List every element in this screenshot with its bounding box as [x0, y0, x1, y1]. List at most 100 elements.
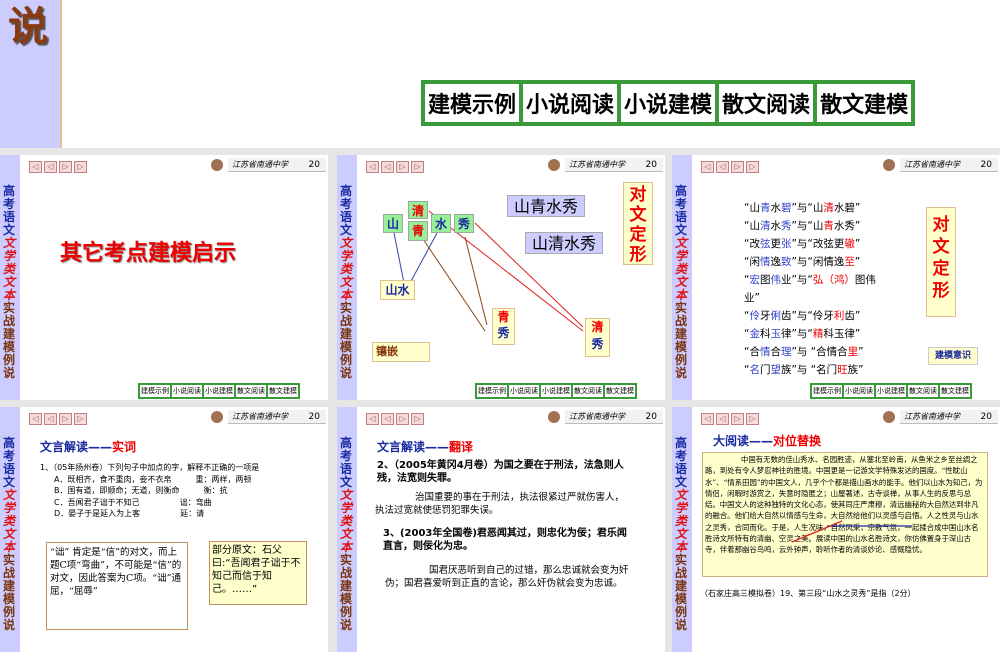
- nav-button-散文建模[interactable]: 散文建模: [939, 384, 971, 398]
- last-arrow-icon[interactable]: ▷: [746, 413, 759, 425]
- slide-thumbnail-4[interactable]: 高考语文文学类文本实战建模例说 文言解读——实词 1、（05年扬州卷）下列句子中…: [0, 407, 328, 652]
- last-arrow-icon[interactable]: ▷: [74, 413, 87, 425]
- slide-title: 其它考点建模启示: [60, 240, 237, 266]
- pair-segment: 伶: [749, 310, 760, 322]
- char-box-shui: 水: [431, 214, 451, 233]
- prev-arrow-icon[interactable]: ◁: [716, 161, 729, 173]
- slide-number: 20: [645, 412, 657, 422]
- school-banner: 江苏省南通中学 20: [900, 410, 998, 424]
- nav-button-散文阅读[interactable]: 散文阅读: [717, 82, 816, 124]
- first-arrow-icon[interactable]: ◁: [366, 413, 379, 425]
- pair-segment: “合: [744, 346, 760, 358]
- nav-button-小说阅读[interactable]: 小说阅读: [508, 384, 540, 398]
- slide-thumbnail-2[interactable]: 高考语文文学类文本实战建模例说 清 山 青 水 秀 山青水秀 山清水秀 对文定形…: [337, 155, 665, 400]
- school-name: 江苏省南通中学: [232, 412, 288, 421]
- pair-segment: ”与 “合情合: [791, 346, 848, 358]
- last-arrow-icon[interactable]: ▷: [74, 161, 87, 173]
- nav-button-散文建模[interactable]: 散文建模: [267, 384, 299, 398]
- pair-segment: 里: [847, 346, 859, 358]
- nav-button-小说建模[interactable]: 小说建模: [203, 384, 235, 398]
- pair-segment: 合: [770, 346, 781, 358]
- slide-number: 20: [980, 160, 992, 170]
- last-arrow-icon[interactable]: ▷: [411, 413, 424, 425]
- prev-arrow-icon[interactable]: ◁: [381, 161, 394, 173]
- nav-button-建模示例[interactable]: 建模示例: [476, 384, 508, 398]
- first-arrow-icon[interactable]: ◁: [701, 161, 714, 173]
- slide-nav-arrows: ◁ ◁ ▷ ▷: [701, 161, 759, 173]
- slide-thumbnail-5[interactable]: 高考语文文学类文本实战建模例说 文言解读——翻译 2、（2005年黄冈4月卷）为…: [337, 407, 665, 652]
- school-banner: 江苏省南通中学 20: [900, 158, 998, 172]
- prev-arrow-icon[interactable]: ◁: [716, 413, 729, 425]
- sidebar-title-part: 高考语文: [3, 436, 16, 489]
- next-arrow-icon[interactable]: ▷: [59, 161, 72, 173]
- last-arrow-icon[interactable]: ▷: [746, 161, 759, 173]
- qingxiu-box-2: 清秀: [585, 318, 610, 357]
- pair-segment: 理: [780, 346, 792, 358]
- slide-nav-bar: 建模示例 小说阅读 小说建模 散文阅读 散文建模: [810, 383, 972, 399]
- answer-3: 国君厌恶听到自己的过错，那么忠诚就会变为奸伪；国君喜爱听到正直的言论，那么奸伪就…: [385, 565, 629, 589]
- nav-button-建模示例[interactable]: 建模示例: [811, 384, 843, 398]
- next-arrow-icon[interactable]: ▷: [59, 413, 72, 425]
- nav-button-小说建模[interactable]: 小说建模: [619, 82, 718, 124]
- slide-nav-bar: 建模示例 小说阅读 小说建模 散文阅读 散文建模: [421, 80, 916, 126]
- prev-arrow-icon[interactable]: ◁: [44, 161, 57, 173]
- sidebar-title-part: 文学类文本: [675, 236, 688, 302]
- next-arrow-icon[interactable]: ▷: [396, 161, 409, 173]
- slide-sidebar: 高考语文文学类文本实战建模例说: [672, 155, 692, 400]
- pair-segment: “山: [744, 202, 760, 214]
- nav-button-小说阅读[interactable]: 小说阅读: [521, 82, 620, 124]
- pair-segment: 利: [833, 310, 845, 322]
- slide-number: 20: [980, 412, 992, 422]
- nav-button-建模示例[interactable]: 建模示例: [139, 384, 171, 398]
- slide-number: 20: [645, 160, 657, 170]
- nav-button-散文建模[interactable]: 散文建模: [604, 384, 636, 398]
- first-arrow-icon[interactable]: ◁: [29, 413, 42, 425]
- pair-segment: 水秀”: [833, 220, 861, 232]
- pair-segment: ”与“山: [791, 220, 824, 232]
- phrase-box-2: 山清水秀: [525, 232, 603, 254]
- school-name: 江苏省南通中学: [904, 160, 960, 169]
- nav-button-散文阅读[interactable]: 散文阅读: [235, 384, 267, 398]
- nav-button-小说建模[interactable]: 小说建模: [540, 384, 572, 398]
- pair-line: “山清水秀”与“山青水秀”: [744, 217, 884, 235]
- slide-sidebar: 说: [0, 0, 62, 148]
- school-banner: 江苏省南通中学 20: [565, 410, 663, 424]
- nav-button-小说建模[interactable]: 小说建模: [875, 384, 907, 398]
- school-name: 江苏省南通中学: [904, 412, 960, 421]
- pair-segment: 辙: [844, 238, 855, 250]
- pair-segment: 致: [780, 256, 792, 268]
- first-arrow-icon[interactable]: ◁: [366, 161, 379, 173]
- nav-button-散文建模[interactable]: 散文建模: [815, 82, 914, 124]
- slide-nav-arrows: ◁ ◁ ▷ ▷: [701, 413, 759, 425]
- nav-button-小说阅读[interactable]: 小说阅读: [843, 384, 875, 398]
- sidebar-title-part: 实战建模例说: [675, 301, 688, 380]
- sidebar-char: 说: [8, 4, 48, 50]
- nav-button-散文阅读[interactable]: 散文阅读: [907, 384, 939, 398]
- heading-part: 翻译: [449, 440, 474, 454]
- pair-segment: 牙: [759, 310, 771, 322]
- slide-thumbnail-1[interactable]: 高考语文文学类文本实战建模例说 其它考点建模启示 ◁ ◁ ▷ ▷ 江苏省南通中学 20 建模…: [0, 155, 328, 400]
- first-arrow-icon[interactable]: ◁: [29, 161, 42, 173]
- char: 秀: [591, 337, 604, 351]
- next-arrow-icon[interactable]: ▷: [731, 413, 744, 425]
- last-arrow-icon[interactable]: ▷: [411, 161, 424, 173]
- nav-button-散文阅读[interactable]: 散文阅读: [572, 384, 604, 398]
- answer-2: 治国重要的事在于刑法，执法很紧过严就伤害人，执法过宽就使惩罚犯罪失误。: [375, 492, 625, 516]
- prev-arrow-icon[interactable]: ◁: [381, 413, 394, 425]
- prev-arrow-icon[interactable]: ◁: [44, 413, 57, 425]
- pair-segment: 青: [759, 202, 771, 214]
- first-arrow-icon[interactable]: ◁: [701, 413, 714, 425]
- char-box-qing-clear: 清: [408, 201, 428, 219]
- pair-line: “改弦更张”与“改弦更辙”: [744, 235, 884, 253]
- next-arrow-icon[interactable]: ▷: [731, 161, 744, 173]
- school-seal-icon: [211, 159, 223, 171]
- slide-thumbnail-6[interactable]: 高考语文文学类文本实战建模例说 大阅读——对位替换 中国有无数的佳山秀水、名园胜…: [672, 407, 1000, 652]
- nav-button-小说阅读[interactable]: 小说阅读: [171, 384, 203, 398]
- slide-thumbnail-3[interactable]: 高考语文文学类文本实战建模例说 “山青水碧”与“山清水碧” “山清水秀”与“山青水…: [672, 155, 1000, 400]
- next-arrow-icon[interactable]: ▷: [396, 413, 409, 425]
- shanshui-box: 山水: [380, 280, 415, 300]
- nav-button-建模示例[interactable]: 建模示例: [423, 82, 522, 124]
- option: B．国有道，即顺命；无道，则衡命 衡：抗: [54, 486, 228, 495]
- pair-segment: “改: [744, 238, 760, 250]
- pair-line: “山青水碧”与“山清水碧”: [744, 199, 884, 217]
